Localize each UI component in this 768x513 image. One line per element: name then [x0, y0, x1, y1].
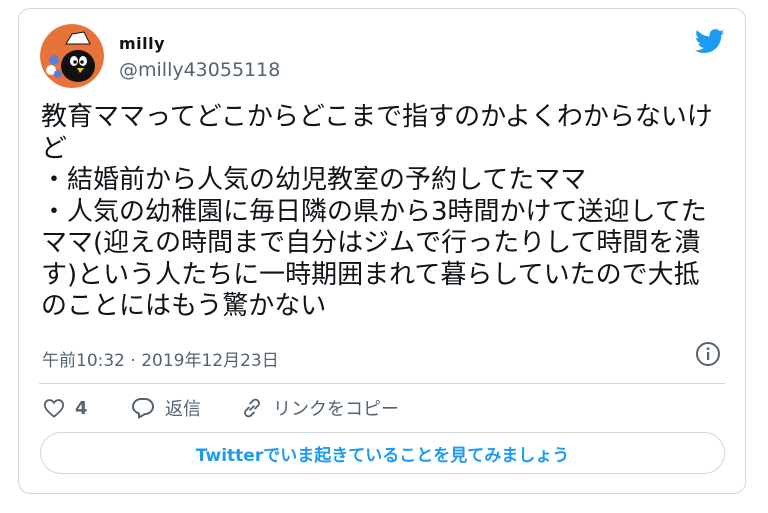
- copy-link-button[interactable]: リンクをコピー: [241, 394, 399, 422]
- reply-label: 返信: [165, 399, 201, 420]
- avatar[interactable]: [40, 24, 104, 88]
- reply-bubble-icon: [132, 398, 154, 419]
- author-name[interactable]: milly: [119, 34, 165, 53]
- author-handle[interactable]: @milly43055118: [119, 59, 280, 81]
- tweet-text: 教育ママってどこからどこまで指すのかよくわからないけど ・結婚前から人気の幼児教…: [41, 102, 713, 321]
- info-icon[interactable]: [695, 341, 721, 367]
- heart-icon: [43, 399, 65, 418]
- tweet-timestamp[interactable]: 午前10:32 · 2019年12月23日: [42, 346, 279, 371]
- like-count: 4: [75, 397, 88, 419]
- see-whats-happening-button[interactable]: Twitterでいま起きていることを見てみましょう: [40, 432, 725, 474]
- like-button[interactable]: 4: [43, 394, 88, 422]
- reply-button[interactable]: 返信: [131, 394, 201, 422]
- embedded-tweet-card: milly @milly43055118 教育ママってどこからどこまで指すのかよ…: [18, 8, 746, 494]
- avatar-image: [40, 24, 104, 88]
- copy-link-label: リンクをコピー: [273, 399, 399, 420]
- divider: [39, 383, 725, 384]
- twitter-bird-icon[interactable]: [694, 29, 725, 54]
- link-icon: [244, 398, 260, 418]
